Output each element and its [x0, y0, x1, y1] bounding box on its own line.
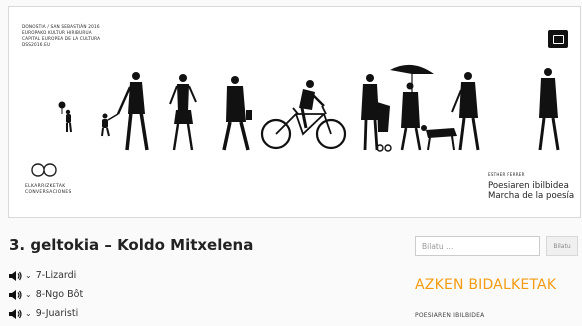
speaker-icon[interactable]: [9, 289, 22, 300]
speaker-icon[interactable]: [9, 270, 22, 281]
recent-post-link[interactable]: POESIAREN IBILBIDEA: [415, 312, 484, 319]
walking-people-silhouettes: [58, 64, 560, 152]
page-title: 3. geltokia – Koldo Mitxelena: [9, 236, 254, 254]
recent-posts-title: AZKEN BIDALKETAK: [415, 277, 557, 293]
author-name: ESTHER FERRER: [488, 172, 525, 177]
conversaciones-line: CONVERSACIONES: [25, 190, 72, 195]
track-label: 7-Lizardi: [35, 270, 77, 281]
chevron-down-icon[interactable]: ⌄: [25, 290, 32, 299]
elkarrizketak-label: ELKARRIZKETAK CONVERSACIONES: [25, 184, 72, 196]
speaker-icon[interactable]: [9, 308, 22, 319]
search-button[interactable]: Bilatu: [546, 236, 578, 256]
track-label: 8-Ngo Bôt: [35, 289, 84, 300]
camera-logo-icon: [548, 30, 568, 48]
track-label: 9-Juaristi: [35, 308, 79, 319]
audio-track[interactable]: ⌄ 9-Juaristi: [9, 308, 78, 319]
route-title-es: Marcha de la poesía: [488, 191, 575, 201]
audio-track[interactable]: ⌄ 8-Ngo Bôt: [9, 289, 83, 300]
chevron-down-icon[interactable]: ⌄: [25, 271, 32, 280]
search-input[interactable]: [415, 236, 540, 256]
dss2016-text: DONOSTIA / SAN SEBASTIÁN 2016 EUROPAKO K…: [22, 24, 100, 48]
chevron-down-icon[interactable]: ⌄: [25, 309, 32, 318]
audio-track[interactable]: ⌄ 7-Lizardi: [9, 270, 76, 281]
route-title: Poesiaren ibilbidea Marcha de la poesía: [488, 181, 574, 201]
banner-line-4: DSS2016.EU: [22, 42, 51, 47]
infinity-icon: [31, 163, 57, 177]
route-title-eu: Poesiaren ibilbidea: [488, 181, 569, 191]
